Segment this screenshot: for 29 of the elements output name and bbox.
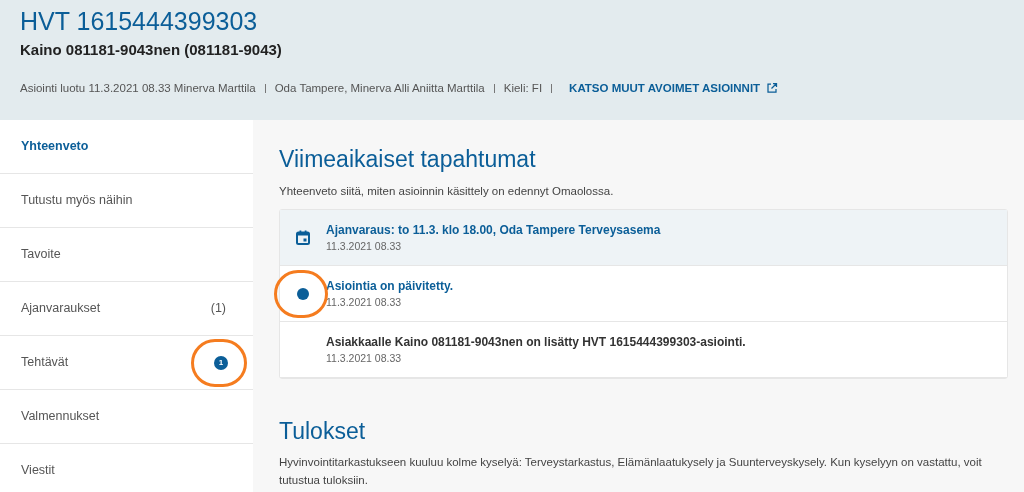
item-count: (1) <box>210 300 226 318</box>
event-time: 11.3.2021 08.33 <box>326 294 403 310</box>
patient-name: Kaino 081181-9043nen (081181-9043) <box>20 40 283 60</box>
event-time: 11.3.2021 08.33 <box>326 350 403 366</box>
meta-text: Asiointi luotu 11.3.2021 08.33 Minerva Marttila <box>20 80 256 96</box>
meta-text: Oda Tampere, Minerva Alli Aniitta Marttila <box>274 80 485 96</box>
event-text: Asiointia on päivitetty. <box>326 277 454 295</box>
event-text: Ajanvaraus: to 11.3. klo 18.00, Oda Tampere Terveysasema <box>326 221 661 239</box>
count-badge: 1 <box>214 355 228 370</box>
section-description: Yhteenveto siitä, miten asioinnin käsittely on edennyt Omaolossa. <box>279 184 615 199</box>
open-cases-link[interactable]: KATSO MUUT AVOIMET ASIOINNIT <box>569 79 761 97</box>
event-text: Asiakkaalle Kaino 081181-9043nen on lisätty HVT 1615444399303-asiointi. <box>326 333 746 351</box>
sidebar-item[interactable]: Tutustu myös näihin <box>0 174 253 228</box>
highlight-ring <box>274 270 328 319</box>
highlight-ring <box>191 339 247 387</box>
sidebar-item[interactable]: Viestit <box>0 444 253 492</box>
calendar-icon <box>296 230 310 246</box>
meta-text: Kieli: FI <box>503 80 543 96</box>
sidebar-item[interactable]: Ajanvaraukset (1) <box>0 282 253 336</box>
sidebar-item[interactable]: Yhteenveto <box>0 120 253 174</box>
sidebar-item[interactable]: Tavoite <box>0 228 253 282</box>
external-link-icon <box>766 82 779 95</box>
event-time: 11.3.2021 08.33 <box>326 238 403 254</box>
sidebar-item[interactable]: Valmennukset <box>0 390 253 444</box>
sidebar-item[interactable]: Tehtävät 1 <box>0 336 253 390</box>
section-title: Viimeaikaiset tapahtumat <box>279 145 537 173</box>
section-description: Hyvinvointitarkastukseen kuuluu kolme kyselyä: Terveystarkastus, Elämänlaatukysely ja Suunterveyskysely. Kun kyselyyn on vastattu, voit tutustua tuloksiin. <box>279 455 983 489</box>
section-title: Tulokset <box>279 417 367 446</box>
page-title: HVT 1615444399303 <box>20 6 259 36</box>
